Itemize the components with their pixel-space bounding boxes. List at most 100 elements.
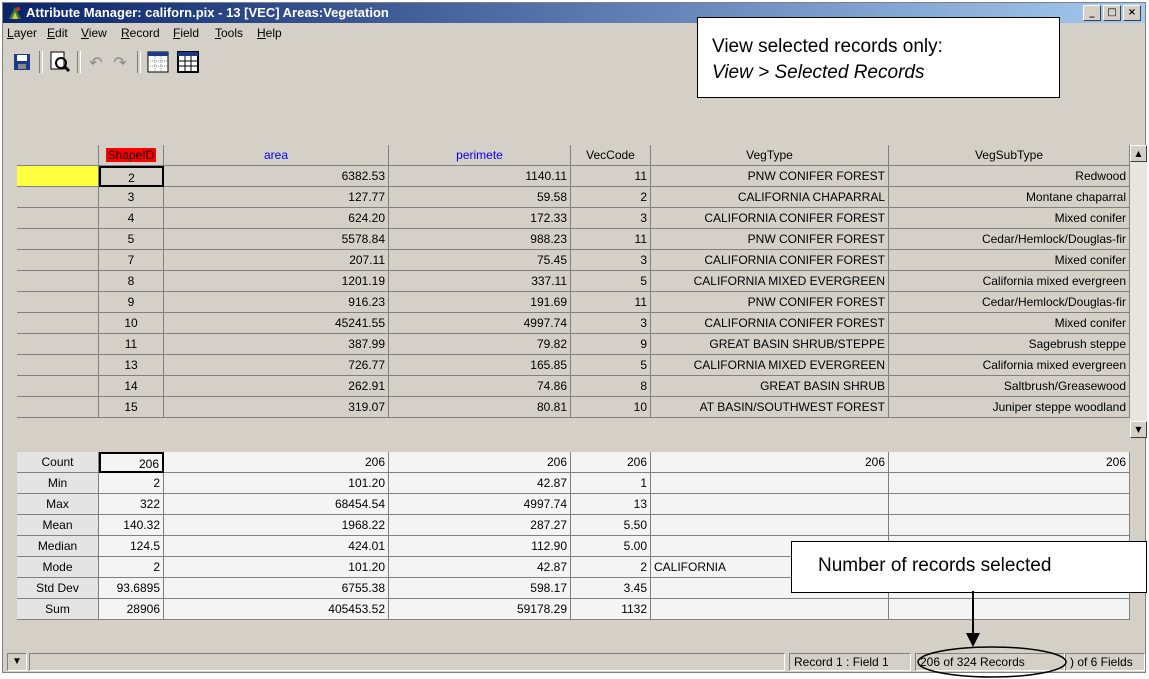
cell-veccode[interactable]: 3 [571, 250, 651, 271]
stat-value[interactable]: 206 [571, 452, 651, 473]
table-icon[interactable] [175, 49, 201, 75]
cell-perimete[interactable]: 4997.74 [389, 313, 571, 334]
stat-value[interactable] [651, 494, 889, 515]
cell-area[interactable]: 5578.84 [164, 229, 389, 250]
stat-value[interactable]: 59178.29 [389, 599, 571, 620]
cell-perimete[interactable]: 165.85 [389, 355, 571, 376]
stat-value[interactable]: 4997.74 [389, 494, 571, 515]
cell-veccode[interactable]: 11 [571, 229, 651, 250]
stat-value[interactable]: 1 [571, 473, 651, 494]
stat-value[interactable]: 2 [99, 473, 164, 494]
cell-vegsubtype[interactable]: Juniper steppe woodland [889, 397, 1130, 418]
row-selector[interactable] [17, 355, 99, 376]
col-header-shapeid[interactable]: ShapeID [99, 145, 164, 166]
row-selector[interactable] [17, 271, 99, 292]
stat-value[interactable]: 124.5 [99, 536, 164, 557]
cell-vegsubtype[interactable]: Redwood [889, 166, 1130, 187]
stat-value[interactable]: 1968.22 [164, 515, 389, 536]
cell-veccode[interactable]: 3 [571, 313, 651, 334]
cell-perimete[interactable]: 1140.11 [389, 166, 571, 187]
stat-value[interactable]: 101.20 [164, 557, 389, 578]
cell-shapeid[interactable]: 7 [99, 250, 164, 271]
cell-vegtype[interactable]: PNW CONIFER FOREST [651, 292, 889, 313]
cell-perimete[interactable]: 79.82 [389, 334, 571, 355]
cell-area[interactable]: 6382.53 [164, 166, 389, 187]
stat-value[interactable]: 5.50 [571, 515, 651, 536]
cell-vegsubtype[interactable]: Mixed conifer [889, 313, 1130, 334]
menu-help[interactable]: Help [257, 26, 282, 40]
cell-perimete[interactable]: 337.11 [389, 271, 571, 292]
cell-area[interactable]: 319.07 [164, 397, 389, 418]
cell-vegsubtype[interactable]: Cedar/Hemlock/Douglas-fir [889, 292, 1130, 313]
stat-value[interactable]: 140.32 [99, 515, 164, 536]
cell-veccode[interactable]: 8 [571, 376, 651, 397]
stat-value[interactable]: 322 [99, 494, 164, 515]
cell-shapeid[interactable]: 9 [99, 292, 164, 313]
cell-vegtype[interactable]: CALIFORNIA CHAPARRAL [651, 187, 889, 208]
stat-value[interactable]: 206 [889, 452, 1130, 473]
cell-veccode[interactable]: 2 [571, 187, 651, 208]
row-selector[interactable] [17, 397, 99, 418]
stat-value[interactable] [651, 473, 889, 494]
maximize-button[interactable]: □ [1103, 5, 1121, 21]
close-button[interactable]: × [1123, 5, 1141, 21]
menu-view[interactable]: View [81, 26, 107, 40]
stat-value[interactable]: 101.20 [164, 473, 389, 494]
stat-value[interactable]: 42.87 [389, 557, 571, 578]
cell-shapeid[interactable]: 10 [99, 313, 164, 334]
stat-value[interactable]: 5.00 [571, 536, 651, 557]
cell-shapeid[interactable]: 13 [99, 355, 164, 376]
cell-perimete[interactable]: 191.69 [389, 292, 571, 313]
row-selector[interactable] [17, 250, 99, 271]
row-selector[interactable] [17, 334, 99, 355]
row-selector[interactable] [17, 376, 99, 397]
status-menu-icon[interactable]: ▼ [7, 653, 27, 671]
col-header-vegsubtype[interactable]: VegSubType [889, 145, 1130, 166]
stat-value[interactable]: 13 [571, 494, 651, 515]
stat-value[interactable]: 424.01 [164, 536, 389, 557]
cell-area[interactable]: 45241.55 [164, 313, 389, 334]
stat-value[interactable]: 1132 [571, 599, 651, 620]
col-header-veccode[interactable]: VecCode [571, 145, 651, 166]
stat-value[interactable]: 28906 [99, 599, 164, 620]
cell-vegsubtype[interactable]: Sagebrush steppe [889, 334, 1130, 355]
cell-area[interactable]: 387.99 [164, 334, 389, 355]
stat-value[interactable]: 93.6895 [99, 578, 164, 599]
cell-perimete[interactable]: 988.23 [389, 229, 571, 250]
table-scrollbar[interactable]: ▲ ▼ [1130, 145, 1147, 438]
menu-tools[interactable]: Tools [215, 26, 243, 40]
cell-shapeid[interactable]: 15 [99, 397, 164, 418]
cell-vegsubtype[interactable]: Mixed conifer [889, 250, 1130, 271]
cell-shapeid[interactable]: 8 [99, 271, 164, 292]
cell-shapeid[interactable]: 11 [99, 334, 164, 355]
cell-veccode[interactable]: 11 [571, 166, 651, 187]
stat-value[interactable] [889, 515, 1130, 536]
cell-area[interactable]: 262.91 [164, 376, 389, 397]
stat-value[interactable]: 3.45 [571, 578, 651, 599]
cell-veccode[interactable]: 11 [571, 292, 651, 313]
stat-value[interactable]: 42.87 [389, 473, 571, 494]
cell-vegtype[interactable]: GREAT BASIN SHRUB/STEPPE [651, 334, 889, 355]
cell-vegtype[interactable]: CALIFORNIA CONIFER FOREST [651, 313, 889, 334]
stat-value[interactable]: 112.90 [389, 536, 571, 557]
stat-value[interactable]: 206 [164, 452, 389, 473]
cell-shapeid[interactable]: 3 [99, 187, 164, 208]
save-icon[interactable] [9, 49, 35, 75]
stat-value[interactable]: 206 [389, 452, 571, 473]
cell-veccode[interactable]: 10 [571, 397, 651, 418]
stat-value[interactable]: 598.17 [389, 578, 571, 599]
cell-shapeid[interactable]: 2 [99, 166, 164, 187]
cell-shapeid[interactable]: 4 [99, 208, 164, 229]
row-selector[interactable] [17, 229, 99, 250]
stat-value[interactable] [651, 515, 889, 536]
scroll-down-button[interactable]: ▼ [1130, 421, 1147, 438]
stat-value[interactable]: 206 [99, 452, 164, 473]
stat-value[interactable]: 2 [571, 557, 651, 578]
find-icon[interactable] [47, 49, 73, 75]
stat-value[interactable]: 2 [99, 557, 164, 578]
cell-area[interactable]: 1201.19 [164, 271, 389, 292]
stat-value[interactable]: 68454.54 [164, 494, 389, 515]
cell-perimete[interactable]: 59.58 [389, 187, 571, 208]
cell-shapeid[interactable]: 5 [99, 229, 164, 250]
stat-value[interactable]: 206 [651, 452, 889, 473]
